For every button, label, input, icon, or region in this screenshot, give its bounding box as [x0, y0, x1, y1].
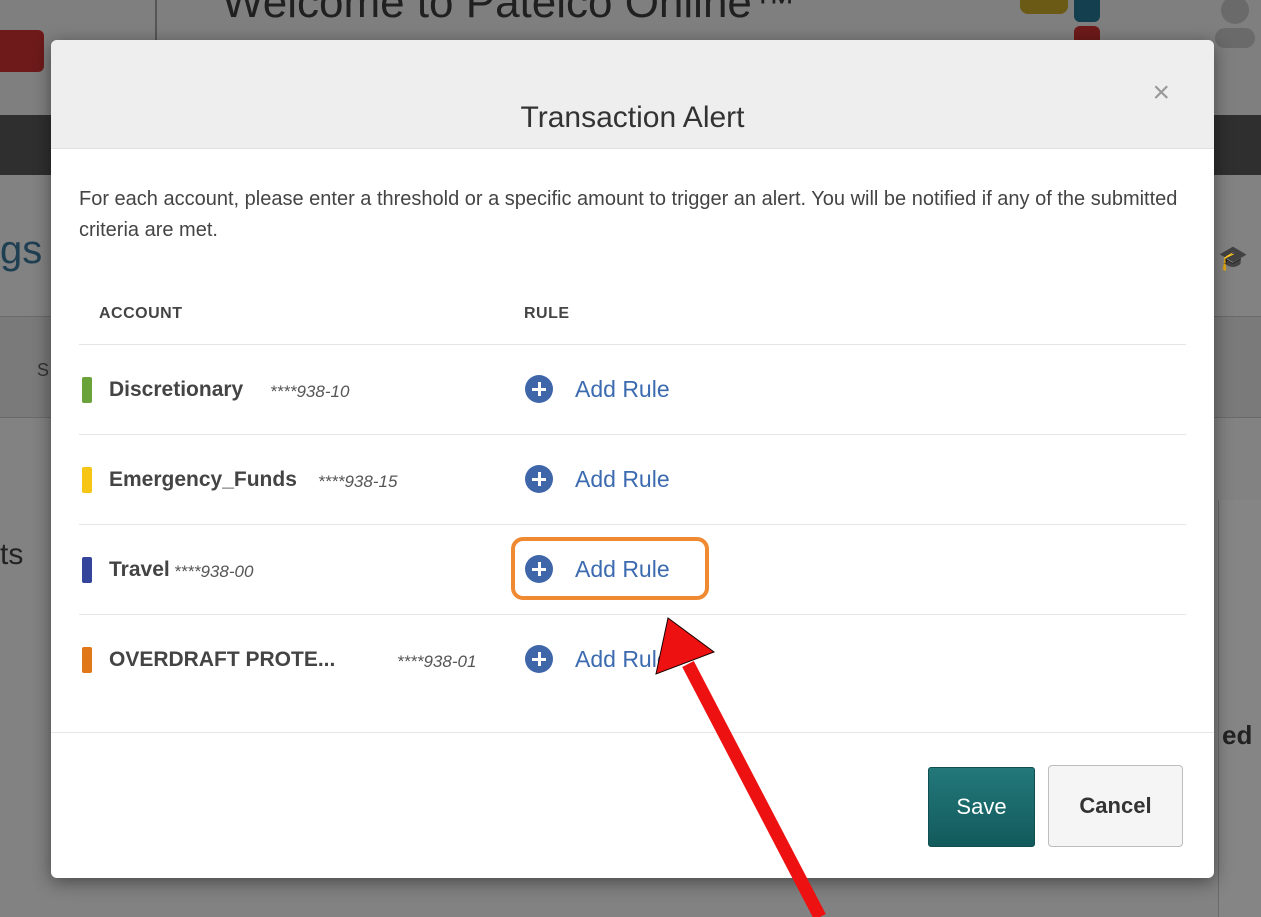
bg-right-text: ed — [1222, 720, 1253, 750]
account-color-swatch — [82, 647, 92, 673]
bg-page-title: gs — [0, 228, 43, 272]
account-number: ****938-15 — [318, 472, 398, 491]
column-header-account: ACCOUNT — [99, 305, 183, 322]
account-number: ****938-01 — [397, 652, 477, 671]
plus-circle-icon — [525, 375, 553, 403]
add-rule-button-emergency-funds[interactable]: Add Rule — [525, 462, 670, 496]
add-rule-label: Add Rule — [575, 645, 670, 672]
save-button[interactable]: Save — [928, 767, 1035, 847]
account-number: ****938-00 — [174, 562, 254, 581]
account-row: Travel ****938-00 Add Rule — [79, 524, 1186, 614]
account-color-swatch — [82, 557, 92, 583]
account-color-swatch — [82, 377, 92, 403]
account-name: Discretionary — [109, 378, 244, 401]
plus-circle-icon — [525, 465, 553, 493]
bg-strip-text: S — [37, 360, 50, 380]
account-row: Discretionary ****938-10 Add Rule — [79, 344, 1186, 434]
add-rule-button-travel[interactable]: Add Rule — [525, 552, 670, 586]
add-rule-label: Add Rule — [575, 465, 670, 492]
bg-welcome-text: Welcome to Patelco Online™ — [222, 0, 796, 27]
modal-title: Transaction Alert — [520, 100, 745, 134]
account-name: Travel — [109, 558, 170, 581]
bg-logo — [0, 30, 44, 72]
cancel-button[interactable]: Cancel — [1048, 765, 1183, 847]
account-number: ****938-10 — [270, 382, 350, 401]
account-row: Emergency_Funds ****938-15 Add Rule — [79, 434, 1186, 524]
transaction-alert-modal: Transaction Alert × For each account, pl… — [51, 40, 1214, 878]
add-rule-label: Add Rule — [575, 375, 670, 402]
bg-brand-logo — [1020, 0, 1112, 40]
bg-divider — [155, 0, 157, 40]
plus-circle-icon — [525, 555, 553, 583]
account-color-swatch — [82, 467, 92, 493]
bg-side-text: ts — [0, 538, 24, 571]
modal-footer: Save Cancel — [51, 732, 1214, 878]
column-header-rule: RULE — [524, 305, 570, 322]
graduation-cap-icon: 🎓 — [1218, 245, 1248, 272]
plus-circle-icon — [525, 645, 553, 673]
account-list: Discretionary ****938-10 Add Rule Emerge… — [79, 344, 1186, 704]
add-rule-button-discretionary[interactable]: Add Rule — [525, 372, 670, 406]
bg-right-column — [1218, 500, 1261, 917]
add-rule-label: Add Rule — [575, 555, 670, 582]
account-name: Emergency_Funds — [109, 468, 297, 491]
close-icon[interactable]: × — [1152, 78, 1170, 108]
add-rule-button-overdraft-protection[interactable]: Add Rule — [525, 642, 670, 676]
intro-text: For each account, please enter a thresho… — [79, 188, 1178, 241]
account-row: OVERDRAFT PROTE... ****938-01 Add Rule — [79, 614, 1186, 704]
modal-header: Transaction Alert × — [51, 40, 1214, 149]
account-name: OVERDRAFT PROTE... — [109, 648, 336, 671]
